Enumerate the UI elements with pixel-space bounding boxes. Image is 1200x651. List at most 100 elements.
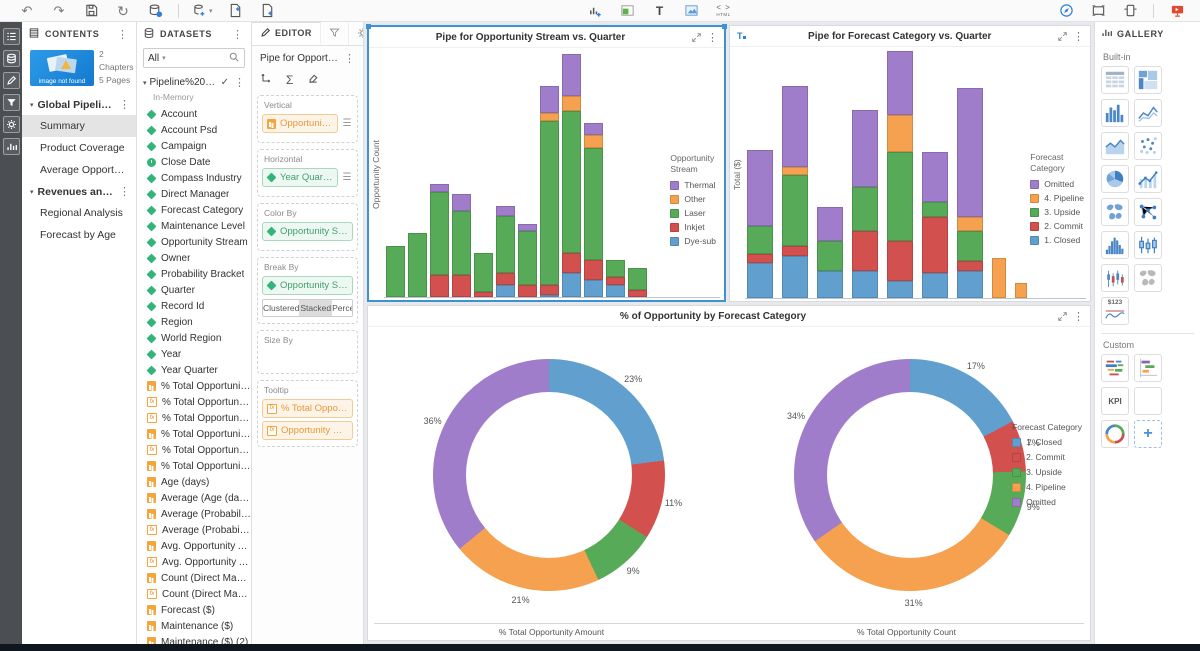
maximize-icon[interactable] — [1054, 31, 1071, 42]
present-icon[interactable] — [1168, 2, 1186, 20]
document-thumbnail[interactable]: image not found — [30, 50, 94, 86]
gallery-tile-scatter-plot[interactable] — [1134, 132, 1162, 160]
layout-icon[interactable] — [1121, 2, 1139, 20]
stacked-bar[interactable] — [747, 51, 773, 298]
bar-segment-4-pipeline[interactable] — [887, 115, 913, 152]
chapter-menu-icon[interactable]: ⋮ — [117, 98, 132, 111]
bar-segment-other[interactable] — [540, 113, 559, 120]
search-icon[interactable] — [228, 51, 240, 66]
gallery-tile-crosstab[interactable] — [1134, 66, 1162, 94]
bar-segment-3-upside[interactable] — [817, 241, 843, 271]
dataset-field-row[interactable]: fxCount (Direct Manager) — [147, 586, 251, 602]
bar-segment-laser[interactable] — [584, 148, 603, 261]
gallery-tile-area-chart[interactable] — [1101, 132, 1129, 160]
undo-icon[interactable]: ↶ — [18, 2, 36, 20]
bar-segment-other[interactable] — [562, 96, 581, 111]
chevron-down-icon[interactable]: ▾ — [143, 79, 147, 87]
gallery-tile-kpi[interactable]: KPI — [1101, 387, 1129, 415]
add-visualization-icon[interactable] — [587, 2, 605, 20]
dataset-field-row[interactable]: Owner — [147, 250, 251, 266]
dataset-search-box[interactable]: All ▾ — [143, 48, 245, 68]
filter-indicator-icon[interactable]: T — [734, 31, 746, 41]
gallery-tile-histogram[interactable] — [1101, 231, 1129, 259]
bar-segment-2-commit[interactable] — [747, 254, 773, 264]
dataset-field-row[interactable]: Year Quarter — [147, 362, 251, 378]
bar-segment-inkjet[interactable] — [562, 253, 581, 273]
stacked-bar[interactable] — [817, 51, 843, 298]
bar-segment-laser[interactable] — [518, 231, 537, 285]
rail-settings-icon[interactable] — [3, 116, 20, 133]
toggle-clustered[interactable]: Clustered — [263, 300, 300, 316]
chapter-row[interactable]: ▾Revenues and For...⋮ — [22, 181, 136, 202]
dataset-field-row[interactable]: Average (Probability) — [147, 506, 251, 522]
save-icon[interactable] — [82, 2, 100, 20]
stacked-bar[interactable] — [386, 52, 405, 297]
gallery-tile-world-map[interactable] — [1101, 198, 1129, 226]
bar-segment-1-closed[interactable] — [817, 271, 843, 298]
bar-segment-dye-sub[interactable] — [496, 285, 515, 297]
dataset-field-row[interactable]: Average (Age (days)) — [147, 490, 251, 506]
maximize-icon[interactable] — [688, 32, 705, 43]
bar-segment-omitted[interactable] — [957, 88, 983, 216]
gallery-tile-gantt[interactable] — [1134, 354, 1162, 382]
toggle-percent[interactable]: Percent — [332, 300, 353, 316]
add-page-icon[interactable] — [227, 2, 245, 20]
gallery-tile-radial[interactable] — [1101, 420, 1129, 448]
gallery-tile-pie-chart[interactable] — [1101, 165, 1129, 193]
axis-chip[interactable]: fx% Total Opport... — [262, 399, 353, 418]
bar-segment-4-pipeline[interactable] — [782, 167, 808, 174]
refresh-icon[interactable]: ↻ — [114, 2, 132, 20]
sigma-icon[interactable]: Σ — [286, 73, 293, 87]
sidebar-page-summary[interactable]: Summary — [22, 115, 136, 137]
dataset-field-row[interactable]: Account Psd — [147, 122, 251, 138]
data-connections-icon[interactable] — [146, 2, 164, 20]
editor-menu-icon[interactable]: ⋮ — [342, 52, 357, 65]
maximize-icon[interactable] — [1054, 311, 1071, 322]
dataset-field-row[interactable]: Count (Direct Manager) — [147, 570, 251, 586]
bar-segment-thermal[interactable] — [540, 86, 559, 113]
bar-segment-1-closed[interactable] — [922, 273, 948, 298]
add-text-icon[interactable]: T — [651, 2, 669, 20]
bar-segment-laser[interactable] — [606, 260, 625, 277]
gallery-tile-table[interactable] — [1101, 66, 1129, 94]
sidebar-page-regional-analysis[interactable]: Regional Analysis — [22, 202, 136, 224]
axis-chip[interactable]: Year Quarter — [262, 168, 338, 187]
contents-menu-icon[interactable]: ⋮ — [115, 28, 130, 41]
bar-segment-omitted[interactable] — [782, 86, 808, 168]
bar-segment-4-pipeline[interactable] — [992, 258, 1006, 298]
dataset-field-row[interactable]: Maintenance Level — [147, 218, 251, 234]
axis-chip[interactable]: Opportunity Co... — [262, 114, 338, 133]
axis-settings-icon[interactable]: ☰ — [341, 172, 353, 183]
chart2-menu-icon[interactable]: ⋮ — [1071, 30, 1086, 43]
stacked-bar[interactable] — [887, 51, 913, 298]
gallery-tile-bar-chart[interactable] — [1101, 99, 1129, 127]
add-image-icon[interactable] — [683, 2, 701, 20]
bar-segment-3-upside[interactable] — [957, 231, 983, 261]
dataset-field-row[interactable]: Region — [147, 314, 251, 330]
eraser-icon[interactable] — [307, 72, 319, 87]
toggle-stacked[interactable]: Stacked — [300, 300, 332, 316]
stacked-bar[interactable] — [408, 52, 427, 297]
bar-segment-2-commit[interactable] — [887, 241, 913, 281]
add-table-icon[interactable] — [619, 2, 637, 20]
bar-segment-omitted[interactable] — [747, 150, 773, 227]
add-html-icon[interactable]: < >HTML — [715, 2, 733, 20]
redo-icon[interactable]: ↷ — [50, 2, 68, 20]
bar-segment-laser[interactable] — [628, 268, 647, 290]
stacked-bar[interactable] — [562, 52, 581, 297]
bar-segment-1-closed[interactable] — [782, 256, 808, 298]
axis-settings-icon[interactable]: ☰ — [341, 118, 353, 129]
bar-segment-thermal[interactable] — [518, 224, 537, 231]
bar-segment-inkjet[interactable] — [474, 292, 493, 297]
dataset-field-row[interactable]: fx% Total Opportunity A... — [147, 394, 251, 410]
dataset-field-row[interactable]: Avg. Opportunity Am... — [147, 538, 251, 554]
bar-segment-1-closed[interactable] — [747, 263, 773, 298]
gallery-tile-gray-map[interactable] — [1134, 264, 1162, 292]
bar-segment-inkjet[interactable] — [628, 290, 647, 297]
stacked-bar[interactable] — [1015, 51, 1027, 298]
stacked-bar[interactable] — [606, 52, 625, 297]
gallery-tile-network[interactable] — [1134, 198, 1162, 226]
bar-segment-1-closed[interactable] — [957, 271, 983, 298]
dataset-field-row[interactable]: fxAvg. Opportunity Am... — [147, 554, 251, 570]
bar-segment-2-commit[interactable] — [922, 217, 948, 274]
